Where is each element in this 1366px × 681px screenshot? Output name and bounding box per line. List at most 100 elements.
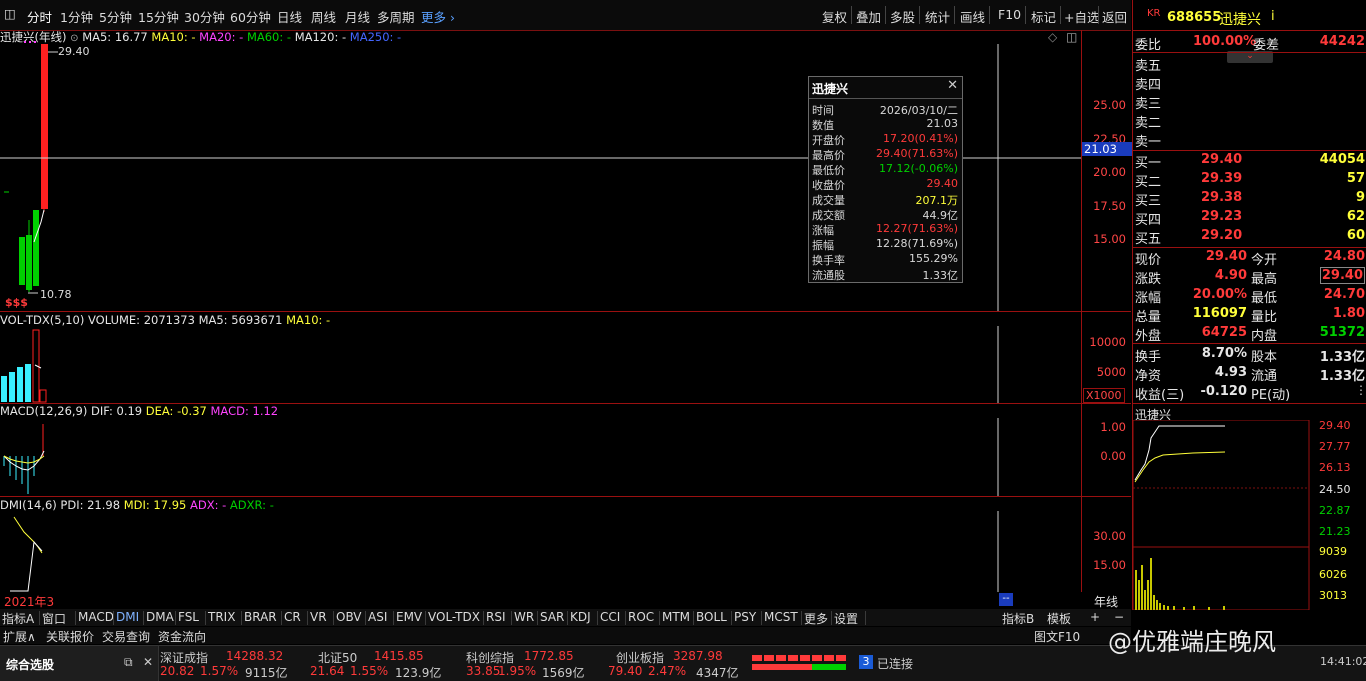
indicator-tab-cci[interactable]: CCI (600, 610, 620, 624)
indicator-tab-asi[interactable]: ASI (368, 610, 387, 624)
tab-week[interactable]: 周线 (311, 7, 336, 26)
mark-button[interactable]: 标记 (1031, 7, 1056, 26)
f10-button[interactable]: F10 (998, 7, 1021, 22)
tooltip-row: 时间 2026/03/10/二 (812, 102, 962, 117)
indicator-tab-fsl[interactable]: FSL (178, 610, 199, 624)
tab-related-quotes[interactable]: 关联报价 (46, 628, 94, 645)
indicator-tab-right-1[interactable]: 模板 (1047, 610, 1071, 627)
sell-label: 卖一 (1135, 135, 1162, 150)
overlay-button[interactable]: 叠加 (856, 7, 881, 26)
indicator-tab-dmi[interactable]: DMI (116, 610, 139, 624)
stat-value: 29.40 (1319, 267, 1365, 284)
buy-label: 买三 (1135, 194, 1162, 209)
stat-label: 最高 (1251, 272, 1278, 287)
index-amount: 9115亿 (245, 666, 288, 680)
tab-expand[interactable]: 扩展∧ (3, 628, 36, 645)
volume-pane[interactable]: VOL-TDX(5,10) VOLUME: 2071373 MA5: 56936… (0, 312, 1131, 404)
indicator-tab-right-2[interactable]: + (1090, 610, 1100, 624)
buy-row: 买三 29.38 9 (1133, 189, 1366, 209)
tooltip-key: 振幅 (812, 239, 834, 252)
popout-icon[interactable]: ⧉ (124, 655, 133, 670)
tooltip-value: 44.9亿 (922, 209, 959, 222)
add-watchlist-button[interactable]: +自选 (1064, 7, 1099, 26)
buy-price: 29.40 (1201, 152, 1243, 167)
indicator-tab-wr[interactable]: WR (514, 610, 534, 624)
index-change: 33.85 (466, 664, 501, 678)
stat-value: 24.70 (1323, 287, 1365, 302)
tooltip-key: 收盘价 (812, 179, 845, 192)
indicator-tab-psy[interactable]: PSY (734, 610, 756, 624)
tab-trade-query[interactable]: 交易查询 (102, 628, 150, 645)
indicator-tab-vr[interactable]: VR (310, 610, 327, 624)
stock-picker-panel[interactable]: 综合选股 ⧉ ✕ (0, 646, 159, 681)
tab-15min[interactable]: 15分钟 (138, 7, 179, 26)
mini-axis-label: 29.40 (1319, 419, 1351, 432)
stock-name: 迅捷兴 (1219, 12, 1261, 28)
multi-stock-button[interactable]: 多股 (890, 7, 915, 26)
dmi-axis-label: 30.00 (1093, 529, 1126, 543)
menu-icon[interactable]: ◫ (4, 6, 16, 21)
more-icon[interactable]: ⋮ (1355, 383, 1366, 397)
tooltip-key: 换手率 (812, 254, 845, 267)
tab-fund-flow[interactable]: 资金流向 (158, 628, 206, 645)
macd-axis-label: 0.00 (1100, 449, 1126, 463)
stat-label: 涨幅 (1135, 291, 1162, 306)
price-axis-label: 25.00 (1093, 98, 1126, 112)
tab-30min[interactable]: 30分钟 (184, 7, 225, 26)
indicator-tab-mcst[interactable]: MCST (764, 610, 798, 624)
back-button[interactable]: 返回 (1102, 7, 1127, 26)
tab-60min[interactable]: 60分钟 (230, 7, 271, 26)
stat-row: 涨跌 4.90 最高 29.40 (1133, 267, 1366, 287)
dmi-pane[interactable]: DMI(14,6) PDI: 21.98 MDI: 17.95 ADX: - A… (0, 497, 1131, 609)
tab-day[interactable]: 日线 (277, 7, 302, 26)
indicator-tab-mtm[interactable]: MTM (662, 610, 690, 624)
weibi-value: 100.00% (1193, 34, 1257, 49)
draw-line-button[interactable]: 画线 (960, 7, 985, 26)
stat-row: 现价 29.40 今开 24.80 (1133, 248, 1366, 268)
indicator-tab-emv[interactable]: EMV (396, 610, 422, 624)
tooltip-row: 成交额 44.9亿 (812, 207, 962, 222)
indicator-tab-设置[interactable]: 设置 (834, 610, 858, 627)
statistics-button[interactable]: 统计 (925, 7, 950, 26)
tooltip-value: 17.12(-0.06%) (879, 162, 958, 175)
mini-axis-label: 27.77 (1319, 440, 1351, 453)
indicator-tab-dma[interactable]: DMA (146, 610, 174, 624)
indicator-tab-macd[interactable]: MACD (78, 610, 114, 624)
indicator-tab-right-0[interactable]: 指标B (1002, 610, 1034, 627)
buy-label: 买五 (1135, 232, 1162, 247)
stat-value: 20.00% (1192, 287, 1247, 302)
tab-multi-period[interactable]: 多周期 (377, 7, 415, 26)
indicator-tab-sar[interactable]: SAR (540, 610, 564, 624)
stat-label: 最低 (1251, 291, 1278, 306)
indicator-tab-brar[interactable]: BRAR (244, 610, 277, 624)
indicator-tab-kdj[interactable]: KDJ (570, 610, 591, 624)
stat-label: 现价 (1135, 253, 1162, 268)
stat-label: 内盘 (1251, 329, 1278, 344)
indicator-tab-trix[interactable]: TRIX (208, 610, 235, 624)
indicator-tab-roc[interactable]: ROC (628, 610, 654, 624)
macd-pane[interactable]: MACD(12,26,9) DIF: 0.19 DEA: -0.37 MACD:… (0, 404, 1131, 497)
close-icon[interactable]: ✕ (143, 655, 153, 669)
indicator-tab-obv[interactable]: OBV (336, 610, 362, 624)
tab-timeshare[interactable]: 分时 (27, 7, 52, 26)
fuquan-button[interactable]: 复权 (822, 7, 847, 26)
sell-row: 卖二 (1133, 111, 1366, 131)
tab-f10-graphic[interactable]: 图文F10 (1034, 628, 1080, 645)
tab-more[interactable]: 更多 › (421, 7, 455, 26)
tab-month[interactable]: 月线 (345, 7, 370, 26)
low-price-label: 10.78 (40, 288, 72, 301)
indicator-tab-cr[interactable]: CR (284, 610, 301, 624)
info-icon[interactable]: i (1271, 9, 1275, 24)
index-value: 1772.85 (524, 649, 574, 663)
tab-1min[interactable]: 1分钟 (60, 7, 93, 26)
indicator-tab-指标a[interactable]: 指标A (2, 610, 34, 627)
connection-count-badge[interactable]: 3 (859, 655, 873, 669)
tooltip-row: 换手率 155.29% (812, 252, 962, 267)
indicator-tab-窗口[interactable]: 窗口 (42, 610, 66, 627)
indicator-tab-rsi[interactable]: RSI (486, 610, 506, 624)
indicator-tab-boll[interactable]: BOLL (696, 610, 727, 624)
indicator-tab-vol-tdx[interactable]: VOL-TDX (428, 610, 480, 624)
tab-5min[interactable]: 5分钟 (99, 7, 132, 26)
close-icon[interactable]: ✕ (947, 78, 958, 93)
indicator-tab-更多[interactable]: 更多 (804, 610, 828, 627)
